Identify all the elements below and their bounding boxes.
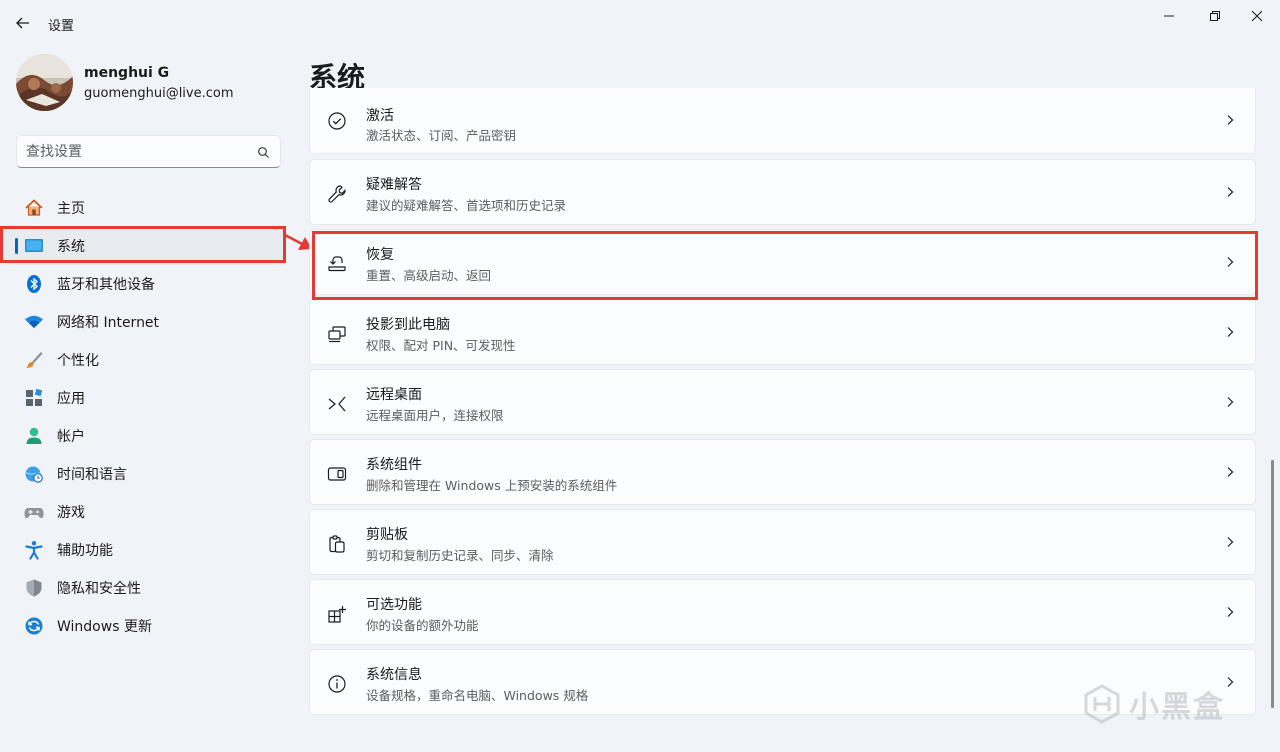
sidebar-item-gaming[interactable]: 游戏 bbox=[0, 493, 290, 531]
sidebar-item-label: 蓝牙和其他设备 bbox=[57, 277, 155, 293]
sidebar-item-accessibility[interactable]: 辅助功能 bbox=[0, 531, 290, 569]
apps-icon bbox=[24, 388, 44, 408]
components-icon bbox=[326, 463, 348, 485]
chevron-right-icon bbox=[1227, 467, 1234, 477]
sidebar-item-label: 帐户 bbox=[57, 429, 85, 445]
sidebar-item-label: 游戏 bbox=[57, 505, 85, 521]
card-system-components[interactable]: 系统组件 删除和管理在 Windows 上预安装的系统组件 bbox=[309, 439, 1256, 505]
search-input[interactable] bbox=[26, 142, 246, 162]
card-subtitle: 你的设备的额外功能 bbox=[366, 618, 479, 633]
title-bar: 设置 bbox=[0, 0, 1280, 46]
sidebar-item-label: 时间和语言 bbox=[57, 467, 127, 483]
search-icon bbox=[258, 147, 269, 158]
sidebar-item-label: 网络和 Internet bbox=[57, 315, 160, 331]
card-troubleshoot[interactable]: 疑难解答 建议的疑难解答、首选项和历史记录 bbox=[309, 159, 1256, 225]
chevron-right-icon bbox=[1227, 537, 1234, 547]
update-icon bbox=[24, 616, 44, 636]
sidebar-item-accounts[interactable]: 帐户 bbox=[0, 417, 290, 455]
scrollbar-thumb[interactable] bbox=[1271, 460, 1274, 708]
remote-desktop-icon bbox=[326, 393, 348, 415]
sidebar-item-label: 隐私和安全性 bbox=[57, 581, 141, 597]
card-title: 剪贴板 bbox=[366, 527, 408, 543]
close-button[interactable] bbox=[1234, 0, 1280, 32]
back-arrow-icon bbox=[16, 17, 29, 29]
sidebar-item-network[interactable]: 网络和 Internet bbox=[0, 303, 290, 341]
sidebar-item-home[interactable]: 主页 bbox=[0, 189, 290, 227]
sidebar-item-apps[interactable]: 应用 bbox=[0, 379, 290, 417]
home-icon bbox=[24, 198, 44, 218]
search-box[interactable] bbox=[16, 135, 281, 168]
card-title: 激活 bbox=[366, 108, 394, 124]
card-project-to-pc[interactable]: 投影到此电脑 权限、配对 PIN、可发现性 bbox=[309, 299, 1256, 365]
accessibility-icon bbox=[24, 540, 44, 560]
card-optional-features[interactable]: 可选功能 你的设备的额外功能 bbox=[309, 579, 1256, 645]
app-title: 设置 bbox=[48, 19, 75, 34]
sidebar-item-personalization[interactable]: 个性化 bbox=[0, 341, 290, 379]
sidebar-item-label: 主页 bbox=[57, 201, 85, 217]
sidebar-item-windows-update[interactable]: Windows 更新 bbox=[0, 607, 290, 645]
card-title: 系统组件 bbox=[366, 457, 422, 473]
chevron-right-icon bbox=[1227, 187, 1234, 197]
account-icon bbox=[24, 426, 44, 446]
restore-button[interactable] bbox=[1192, 0, 1238, 32]
card-subtitle: 权限、配对 PIN、可发现性 bbox=[366, 338, 516, 353]
globe-clock-icon bbox=[24, 464, 44, 484]
wrench-icon bbox=[326, 183, 348, 205]
card-clipboard[interactable]: 剪贴板 剪切和复制历史记录、同步、清除 bbox=[309, 509, 1256, 575]
recovery-highlight-annotation bbox=[312, 231, 1258, 300]
card-title: 可选功能 bbox=[366, 597, 422, 613]
card-title: 疑难解答 bbox=[366, 177, 422, 193]
project-icon bbox=[326, 323, 348, 345]
watermark-logo-icon bbox=[1084, 684, 1120, 724]
clipboard-icon bbox=[326, 533, 348, 555]
restore-icon bbox=[1210, 11, 1220, 21]
bluetooth-icon bbox=[24, 274, 44, 294]
wifi-icon bbox=[24, 312, 44, 332]
minimize-button[interactable] bbox=[1146, 0, 1192, 32]
chevron-right-icon bbox=[1227, 115, 1234, 125]
sidebar-item-label: 辅助功能 bbox=[57, 543, 113, 559]
user-email: guomenghui@live.com bbox=[84, 86, 234, 101]
watermark: 小黑盒 bbox=[1083, 682, 1225, 726]
card-title: 远程桌面 bbox=[366, 387, 422, 403]
sidebar-item-time-language[interactable]: 时间和语言 bbox=[0, 455, 290, 493]
close-icon bbox=[1251, 10, 1263, 22]
card-remote-desktop[interactable]: 远程桌面 远程桌面用户，连接权限 bbox=[309, 369, 1256, 435]
chevron-right-icon bbox=[1227, 607, 1234, 617]
card-subtitle: 远程桌面用户，连接权限 bbox=[366, 408, 504, 423]
sidebar-item-bluetooth[interactable]: 蓝牙和其他设备 bbox=[0, 265, 290, 303]
card-subtitle: 激活状态、订阅、产品密钥 bbox=[366, 128, 517, 143]
card-title: 投影到此电脑 bbox=[366, 317, 450, 333]
card-activation[interactable]: 激活 激活状态、订阅、产品密钥 bbox=[309, 88, 1256, 154]
minimize-icon bbox=[1164, 15, 1174, 17]
chevron-right-icon bbox=[1227, 677, 1234, 687]
sidebar-item-label: Windows 更新 bbox=[57, 619, 152, 635]
info-icon bbox=[326, 673, 348, 695]
user-name: menghui G bbox=[84, 65, 170, 81]
card-subtitle: 建议的疑难解答、首选项和历史记录 bbox=[366, 198, 567, 213]
chevron-right-icon bbox=[1227, 327, 1234, 337]
brush-icon bbox=[24, 350, 44, 370]
card-subtitle: 删除和管理在 Windows 上预安装的系统组件 bbox=[366, 478, 618, 493]
gamepad-icon bbox=[24, 502, 44, 522]
sidebar-item-privacy[interactable]: 隐私和安全性 bbox=[0, 569, 290, 607]
check-circle-icon bbox=[326, 110, 348, 132]
sidebar-item-label: 个性化 bbox=[57, 353, 99, 369]
sidebar-highlight-annotation bbox=[0, 226, 286, 263]
card-subtitle: 设备规格，重命名电脑、Windows 规格 bbox=[366, 688, 589, 703]
back-button[interactable] bbox=[12, 12, 34, 34]
avatar[interactable] bbox=[16, 54, 73, 111]
watermark-text: 小黑盒 bbox=[1129, 690, 1225, 725]
chevron-right-icon bbox=[1227, 397, 1234, 407]
card-subtitle: 剪切和复制历史记录、同步、清除 bbox=[366, 548, 554, 563]
card-title: 系统信息 bbox=[366, 667, 422, 683]
sidebar-item-label: 应用 bbox=[57, 391, 85, 407]
optional-features-icon bbox=[326, 603, 348, 625]
shield-icon bbox=[24, 578, 44, 598]
